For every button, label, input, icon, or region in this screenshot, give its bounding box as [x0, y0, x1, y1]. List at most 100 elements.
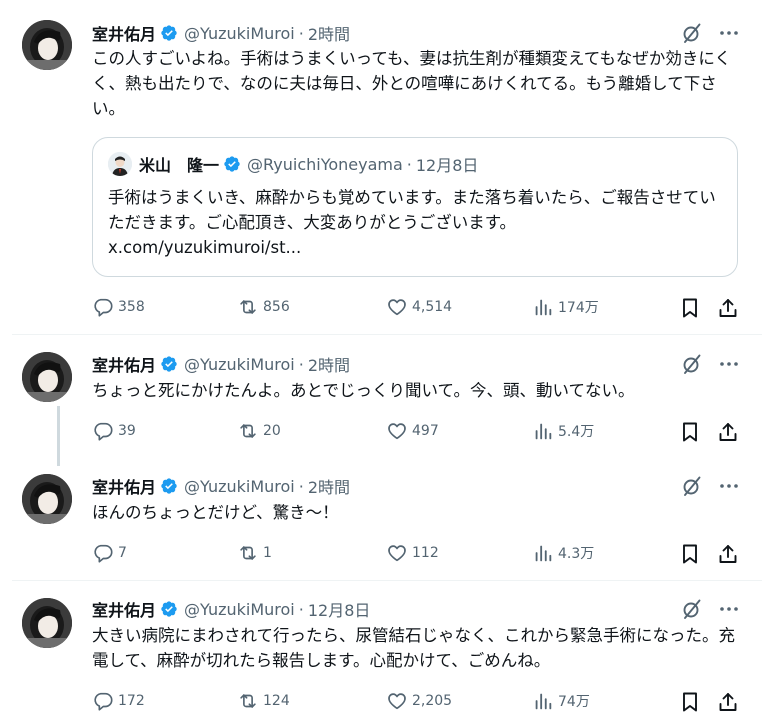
retweet-button[interactable]: 20 — [237, 420, 281, 442]
separator-dot: · — [298, 354, 304, 374]
share-icon[interactable] — [716, 420, 740, 444]
reply-button[interactable]: 7 — [92, 542, 127, 564]
like-button[interactable]: 2,205 — [386, 690, 452, 712]
retweet-button[interactable]: 856 — [237, 296, 290, 318]
display-name[interactable]: 室井佑月 — [92, 21, 156, 45]
heart-icon — [386, 690, 408, 712]
reply-button[interactable]: 358 — [92, 296, 145, 318]
retweet-icon — [237, 420, 259, 442]
more-options-icon[interactable] — [717, 474, 741, 498]
separator-dot: · — [298, 476, 304, 496]
bookmark-icon[interactable] — [678, 420, 702, 444]
timeline-feed: 室井佑月 @YuzukiMuroi · 2時間 この人すごいよね。手術はうまくい… — [0, 0, 783, 725]
grok-icon[interactable] — [680, 474, 704, 498]
avatar[interactable] — [22, 352, 72, 402]
more-options-icon[interactable] — [717, 352, 741, 376]
retweet-count: 124 — [263, 693, 290, 709]
avatar[interactable] — [22, 20, 72, 70]
share-icon[interactable] — [716, 690, 740, 714]
views-icon — [532, 690, 554, 712]
action-bar: 172 124 2,205 74万 — [92, 690, 742, 714]
handle[interactable]: @YuzukiMuroi — [184, 477, 295, 496]
like-button[interactable]: 4,514 — [386, 296, 452, 318]
quoted-timestamp[interactable]: 12月8日 — [416, 152, 479, 176]
tweet-text: この人すごいよね。手術はうまくいっても、妻は抗生剤が種類変えてもなぜか効きにくく… — [92, 49, 732, 118]
bookmark-icon[interactable] — [678, 690, 702, 714]
tweet-header: 室井佑月 @YuzukiMuroi · 2時間 — [92, 474, 350, 498]
timestamp[interactable]: 2時間 — [308, 474, 350, 498]
timestamp[interactable]: 12月8日 — [308, 597, 371, 621]
display-name[interactable]: 室井佑月 — [92, 474, 156, 498]
heart-icon — [386, 542, 408, 564]
reply-button[interactable]: 39 — [92, 420, 136, 442]
like-count: 112 — [412, 545, 439, 561]
grok-icon[interactable] — [680, 597, 704, 621]
quoted-handle[interactable]: @RyuichiYoneyama — [247, 155, 403, 174]
like-count: 497 — [412, 423, 439, 439]
verified-badge-icon — [160, 24, 178, 42]
grok-icon[interactable] — [680, 21, 704, 45]
views-icon — [532, 296, 554, 318]
quoted-body: 手術はうまくいき、麻酔からも覚めています。また落ち着いたら、ご報告させていただき… — [108, 188, 716, 232]
view-count: 74万 — [558, 694, 590, 710]
handle[interactable]: @YuzukiMuroi — [184, 600, 295, 619]
tweet-header: 室井佑月 @YuzukiMuroi · 2時間 — [92, 352, 350, 376]
tweet-header: 室井佑月 @YuzukiMuroi · 12月8日 — [92, 597, 370, 621]
avatar[interactable] — [22, 598, 72, 648]
quoted-display-name[interactable]: 米山 隆一 — [139, 152, 219, 176]
retweet-icon — [237, 542, 259, 564]
like-count: 4,514 — [412, 299, 453, 315]
tweet-text: ほんのちょっとだけど、驚き～！ — [92, 503, 339, 522]
views-icon — [532, 542, 554, 564]
quoted-avatar[interactable] — [108, 152, 132, 176]
bookmark-icon[interactable] — [678, 296, 702, 320]
display-name[interactable]: 室井佑月 — [92, 597, 156, 621]
avatar[interactable] — [22, 474, 72, 524]
tweet-text: ちょっと死にかけたんよ。あとでじっくり聞いて。今、頭、動いてない。 — [92, 381, 635, 400]
action-bar: 39 20 497 5.4万 — [92, 420, 742, 444]
reply-icon — [92, 542, 114, 564]
quoted-text: 手術はうまくいき、麻酔からも覚めています。また落ち着いたら、ご報告させていただき… — [108, 185, 728, 260]
views-icon — [532, 420, 554, 442]
display-name[interactable]: 室井佑月 — [92, 352, 156, 376]
action-bar: 358 856 4,514 174万 — [92, 296, 742, 320]
quoted-tweet[interactable]: 米山 隆一 @RyuichiYoneyama · 12月8日 手術はうまくいき、… — [92, 137, 738, 277]
share-icon[interactable] — [716, 542, 740, 566]
more-options-icon[interactable] — [717, 597, 741, 621]
retweet-button[interactable]: 1 — [237, 542, 272, 564]
reply-count: 358 — [118, 299, 145, 315]
divider — [12, 334, 762, 335]
tweet-header: 室井佑月 @YuzukiMuroi · 2時間 — [92, 21, 350, 45]
quoted-link[interactable]: x.com/yuzukimuroi/st... — [108, 238, 301, 257]
views-button[interactable]: 174万 — [532, 296, 599, 318]
views-button[interactable]: 5.4万 — [532, 420, 594, 442]
heart-icon — [386, 420, 408, 442]
reply-icon — [92, 420, 114, 442]
heart-icon — [386, 296, 408, 318]
view-count: 4.3万 — [558, 546, 595, 562]
grok-icon[interactable] — [680, 352, 704, 376]
retweet-count: 856 — [263, 299, 290, 315]
timestamp[interactable]: 2時間 — [308, 21, 350, 45]
bookmark-icon[interactable] — [678, 542, 702, 566]
retweet-button[interactable]: 124 — [237, 690, 290, 712]
reply-count: 172 — [118, 693, 145, 709]
views-button[interactable]: 4.3万 — [532, 542, 594, 564]
more-options-icon[interactable] — [717, 21, 741, 45]
retweet-icon — [237, 690, 259, 712]
separator-dot: · — [298, 23, 304, 43]
reply-button[interactable]: 172 — [92, 690, 145, 712]
divider — [12, 580, 762, 581]
verified-badge-icon — [160, 477, 178, 495]
like-button[interactable]: 497 — [386, 420, 439, 442]
reply-count: 7 — [118, 545, 127, 561]
reply-count: 39 — [118, 423, 136, 439]
share-icon[interactable] — [716, 296, 740, 320]
tweet-text: 大きい病院にまわされて行ったら、尿管結石じゃなく、これから緊急手術になった。充電… — [92, 626, 736, 670]
retweet-count: 20 — [263, 423, 281, 439]
like-button[interactable]: 112 — [386, 542, 439, 564]
handle[interactable]: @YuzukiMuroi — [184, 355, 295, 374]
handle[interactable]: @YuzukiMuroi — [184, 24, 295, 43]
views-button[interactable]: 74万 — [532, 690, 590, 712]
timestamp[interactable]: 2時間 — [308, 352, 350, 376]
